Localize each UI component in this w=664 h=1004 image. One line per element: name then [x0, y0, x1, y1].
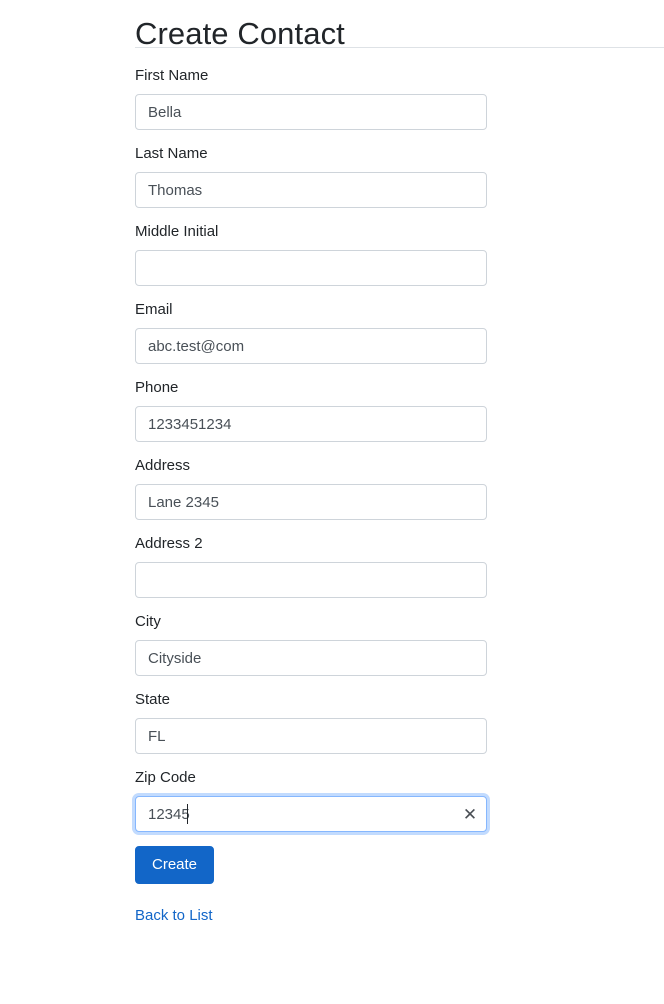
field-last-name: Last Name	[135, 144, 487, 208]
first-name-input[interactable]	[135, 94, 487, 130]
create-button[interactable]: Create	[135, 846, 215, 884]
address-2-input[interactable]	[135, 562, 487, 598]
field-email: Email	[135, 300, 487, 364]
city-input[interactable]	[135, 640, 487, 676]
input-wrap-state	[135, 718, 487, 754]
phone-input[interactable]	[135, 406, 487, 442]
input-wrap-zip-code: ✕	[135, 796, 487, 832]
back-to-list-link[interactable]: Back to List	[135, 906, 213, 926]
input-wrap-city	[135, 640, 487, 676]
label-city: City	[135, 613, 161, 630]
input-wrap-address-2	[135, 562, 487, 598]
field-address: Address	[135, 456, 487, 520]
email-input[interactable]	[135, 328, 487, 364]
title-divider	[135, 47, 664, 48]
create-contact-form: First Name Last Name Middle Initial Emai…	[135, 66, 487, 926]
field-phone: Phone	[135, 378, 487, 442]
middle-initial-input[interactable]	[135, 250, 487, 286]
input-wrap-address	[135, 484, 487, 520]
label-first-name: First Name	[135, 67, 209, 84]
last-name-input[interactable]	[135, 172, 487, 208]
field-address-2: Address 2	[135, 534, 487, 598]
text-caret	[187, 804, 188, 824]
label-email: Email	[135, 301, 173, 318]
label-address: Address	[135, 457, 191, 474]
clear-input-icon[interactable]: ✕	[454, 796, 486, 832]
label-address-2: Address 2	[135, 535, 203, 552]
input-wrap-last-name	[135, 172, 487, 208]
field-state: State	[135, 690, 487, 754]
input-wrap-first-name	[135, 94, 487, 130]
field-middle-initial: Middle Initial	[135, 222, 487, 286]
label-phone: Phone	[135, 379, 179, 396]
input-wrap-email	[135, 328, 487, 364]
state-input[interactable]	[135, 718, 487, 754]
address-input[interactable]	[135, 484, 487, 520]
form-actions: Create Back to List	[135, 846, 487, 926]
label-state: State	[135, 691, 171, 708]
field-first-name: First Name	[135, 66, 487, 130]
field-zip-code: Zip Code ✕	[135, 768, 487, 832]
create-contact-page: Create Contact First Name Last Name Midd…	[0, 0, 664, 1004]
label-last-name: Last Name	[135, 145, 208, 162]
label-zip-code: Zip Code	[135, 769, 196, 786]
input-wrap-middle-initial	[135, 250, 487, 286]
field-city: City	[135, 612, 487, 676]
input-wrap-phone	[135, 406, 487, 442]
label-middle-initial: Middle Initial	[135, 223, 219, 240]
